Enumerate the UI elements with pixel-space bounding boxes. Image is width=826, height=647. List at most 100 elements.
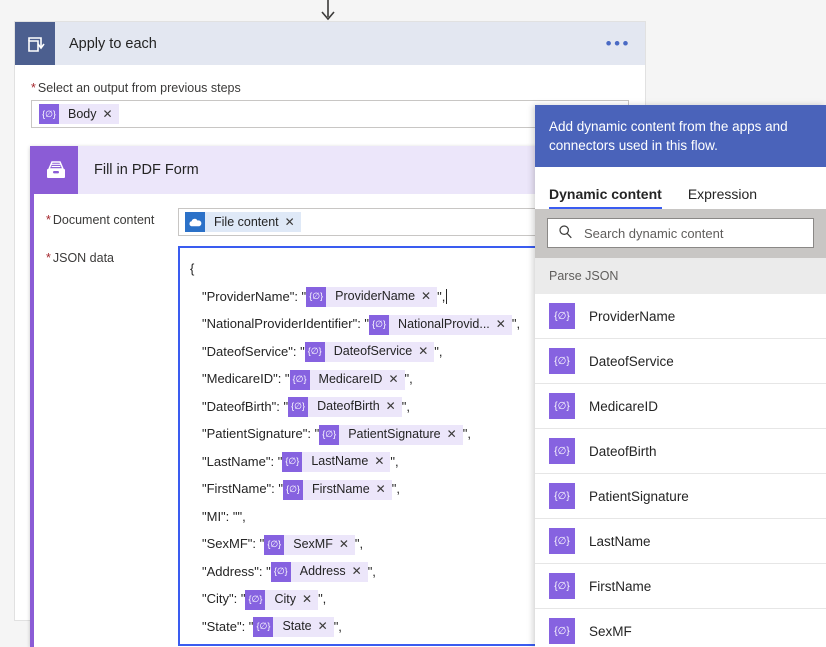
- json-key: "ProviderName": ": [202, 288, 307, 304]
- token-chip-city[interactable]: {∅} City ✕: [245, 589, 319, 610]
- expression-icon: {∅}: [269, 645, 289, 646]
- dynamic-content-item-providername[interactable]: {∅} ProviderName: [535, 294, 826, 339]
- json-suffix: ",: [434, 343, 443, 359]
- close-icon[interactable]: ✕: [374, 448, 384, 476]
- json-key: "NationalProviderIdentifier": ": [202, 316, 370, 331]
- token-chip-firstname[interactable]: {∅} FirstName ✕: [283, 479, 392, 500]
- dynamic-content-item-label: DateofService: [589, 353, 674, 369]
- cloud-icon: [185, 212, 205, 232]
- close-icon[interactable]: ✕: [285, 215, 295, 229]
- json-suffix: ",: [391, 481, 400, 496]
- json-key: "FirstName": ": [202, 481, 284, 496]
- json-key: "PatientSignature": ": [202, 426, 320, 441]
- token-chip-label: NationalProvid... ✕: [389, 314, 512, 335]
- json-key: "State": ": [202, 618, 254, 634]
- dynamic-content-item-label: SexMF: [589, 623, 632, 639]
- close-icon[interactable]: ✕: [421, 283, 431, 311]
- token-chip-label: SexMF ✕: [284, 534, 355, 555]
- token-chip-label: FirstName ✕: [303, 479, 392, 500]
- dynamic-content-item-dateofservice[interactable]: {∅} DateofService: [535, 339, 826, 384]
- tab-dynamic-content[interactable]: Dynamic content: [549, 186, 662, 209]
- json-suffix: ",: [511, 316, 521, 331]
- close-icon[interactable]: ✕: [418, 338, 428, 366]
- token-chip-label: MedicareID ✕: [309, 369, 405, 390]
- token-chip-dateofbirth[interactable]: {∅} DateofBirth ✕: [288, 397, 402, 418]
- token-chip-state[interactable]: {∅} State ✕: [253, 617, 334, 638]
- json-data-label: * JSON data: [46, 251, 115, 265]
- dynamic-content-item-sexmf[interactable]: {∅} SexMF: [535, 609, 826, 647]
- dynamic-content-item-firstname[interactable]: {∅} FirstName: [535, 564, 826, 609]
- json-suffix: ",: [404, 371, 413, 386]
- close-icon[interactable]: ✕: [302, 586, 312, 614]
- token-chip-file-content[interactable]: File content ✕: [185, 212, 301, 232]
- dynamic-content-item-list: {∅} ProviderName {∅} DateofService {∅} Medica…: [535, 294, 826, 647]
- required-asterisk: *: [46, 251, 51, 265]
- token-chip-address[interactable]: {∅} Address ✕: [270, 562, 368, 583]
- close-icon[interactable]: ✕: [388, 366, 398, 394]
- token-chip-label: File content ✕: [205, 212, 301, 232]
- expression-icon: {∅}: [288, 397, 309, 418]
- json-suffix: ",: [333, 618, 342, 634]
- dynamic-content-banner: Add dynamic content from the apps and co…: [535, 105, 826, 167]
- required-asterisk: *: [46, 213, 51, 227]
- token-chip-label: PatientSignature ✕: [339, 424, 463, 445]
- token-chip-providername[interactable]: {∅} ProviderName ✕: [306, 287, 438, 308]
- dynamic-content-item-dateofbirth[interactable]: {∅} DateofBirth: [535, 429, 826, 474]
- expression-icon: {∅}: [549, 483, 575, 509]
- close-icon[interactable]: ✕: [376, 476, 386, 504]
- expression-icon: {∅}: [270, 562, 291, 583]
- token-chip-medicareid[interactable]: {∅} MedicareID ✕: [289, 369, 405, 390]
- close-icon[interactable]: ✕: [103, 107, 113, 121]
- apply-to-each-menu-button[interactable]: •••: [606, 35, 631, 52]
- token-chip-dateofservice[interactable]: {∅} DateofService ✕: [304, 342, 435, 363]
- token-chip-label: Address ✕: [290, 562, 368, 583]
- expression-icon: {∅}: [306, 287, 327, 308]
- json-suffix: ",: [367, 563, 376, 579]
- expression-icon: {∅}: [39, 104, 59, 124]
- flow-connector-arrow-icon: [318, 0, 338, 22]
- search-placeholder: Search dynamic content: [584, 225, 724, 241]
- json-key: "MedicareID": ": [202, 371, 290, 386]
- token-chip-label: LastName ✕: [302, 452, 391, 473]
- token-chip-patientsignature[interactable]: {∅} PatientSignature ✕: [319, 424, 463, 445]
- loop-arrow-icon: [15, 22, 55, 65]
- dynamic-content-item-label: FirstName: [589, 578, 652, 594]
- token-chip-body[interactable]: {∅} Body ✕: [39, 104, 119, 124]
- token-chip-sexmf[interactable]: {∅} SexMF ✕: [264, 534, 355, 555]
- close-icon[interactable]: ✕: [351, 641, 361, 644]
- close-icon[interactable]: ✕: [318, 613, 328, 641]
- token-chip-zipcode[interactable]: {∅}ZipCode✕: [269, 645, 367, 646]
- dynamic-content-item-medicareid[interactable]: {∅} MedicareID: [535, 384, 826, 429]
- json-key: "City": ": [202, 591, 246, 606]
- power-automate-flow-designer: Apply to each ••• * Select an output from…: [0, 0, 826, 647]
- expression-icon: {∅}: [369, 314, 390, 335]
- dynamic-content-item-label: DateofBirth: [589, 443, 657, 459]
- json-suffix: ",: [462, 426, 471, 441]
- token-chip-label: City ✕: [265, 589, 319, 610]
- tab-expression[interactable]: Expression: [688, 186, 757, 209]
- token-chip-label: Body ✕: [59, 104, 119, 124]
- dynamic-content-search-band: Search dynamic content: [535, 209, 826, 258]
- apply-to-each-header[interactable]: Apply to each •••: [15, 22, 645, 65]
- close-icon[interactable]: ✕: [496, 311, 506, 339]
- dynamic-content-item-label: PatientSignature: [589, 488, 689, 504]
- expression-icon: {∅}: [549, 393, 575, 419]
- json-key: "DateofBirth": ": [202, 398, 289, 414]
- json-suffix: ",: [354, 536, 364, 551]
- expression-icon: {∅}: [549, 348, 575, 374]
- required-asterisk: *: [31, 81, 36, 95]
- token-chip-nationalprovid[interactable]: {∅} NationalProvid... ✕: [369, 314, 512, 335]
- close-icon[interactable]: ✕: [352, 558, 362, 586]
- search-input[interactable]: Search dynamic content: [547, 218, 814, 248]
- close-icon[interactable]: ✕: [447, 421, 457, 449]
- expression-icon: {∅}: [549, 528, 575, 554]
- dynamic-content-item-patientsignature[interactable]: {∅} PatientSignature: [535, 474, 826, 519]
- close-icon[interactable]: ✕: [386, 393, 396, 421]
- close-icon[interactable]: ✕: [339, 531, 349, 559]
- dynamic-content-item-lastname[interactable]: {∅} LastName: [535, 519, 826, 564]
- json-suffix: ",: [437, 288, 446, 304]
- expression-icon: {∅}: [289, 369, 310, 390]
- apply-to-each-title: Apply to each: [69, 35, 157, 52]
- select-output-label: * Select an output from previous steps: [31, 81, 241, 95]
- token-chip-lastname[interactable]: {∅} LastName ✕: [282, 452, 391, 473]
